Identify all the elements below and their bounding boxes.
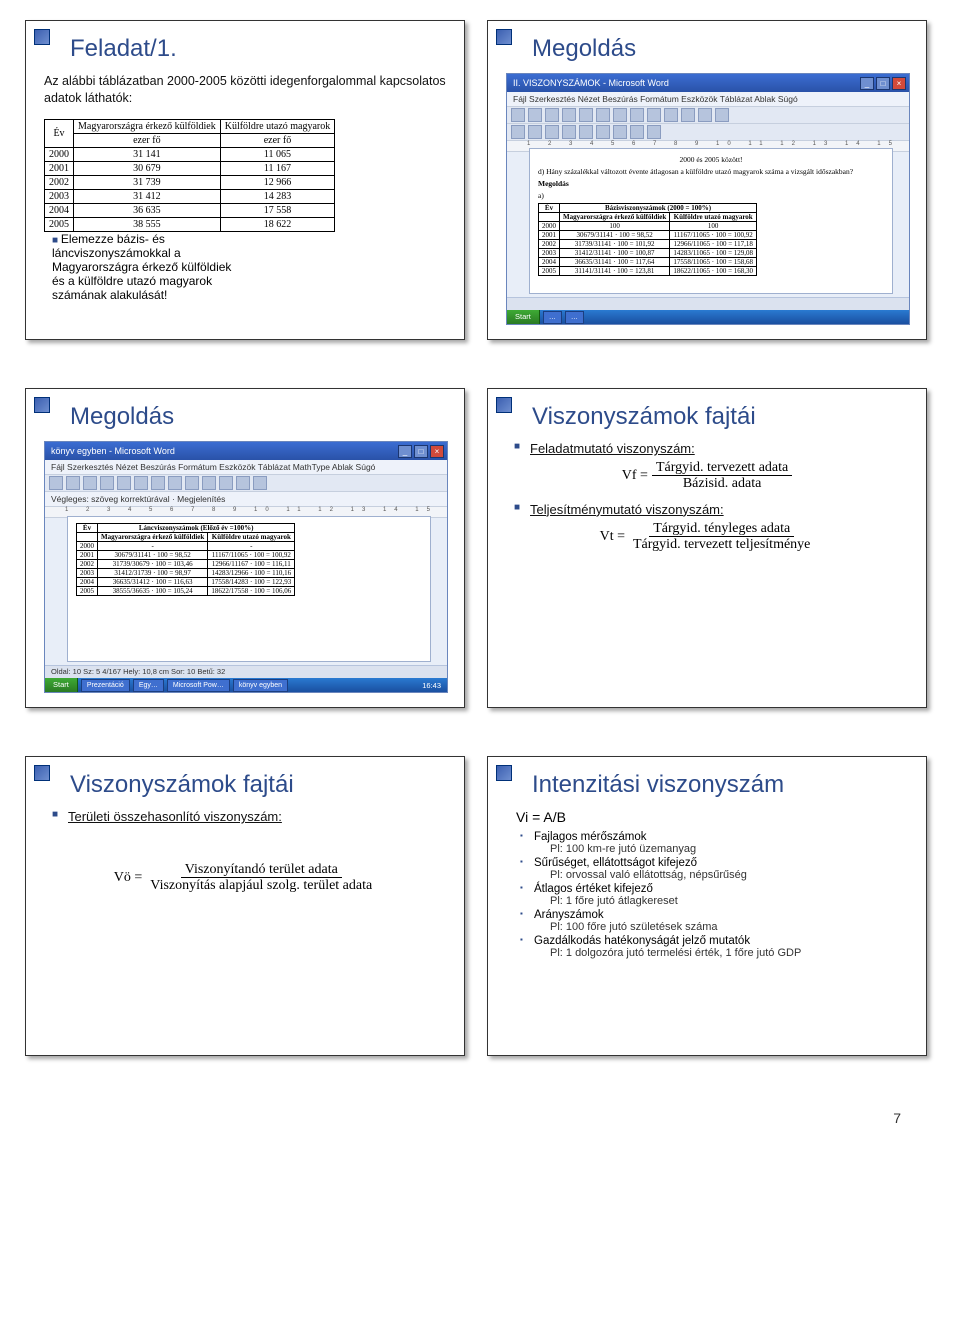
intro-text: Az alábbi táblázatban 2000-2005 közötti … [44, 73, 446, 107]
review-bar[interactable]: Végleges: szöveg korrektúrával · Megjele… [45, 492, 447, 507]
clock: 16:43 [422, 681, 447, 690]
toolbar[interactable] [507, 107, 909, 124]
taskbar[interactable]: Start … … [507, 310, 909, 324]
slide-viszonyszamok-1: Viszonyszámok fajtái Feladatmutató viszo… [487, 388, 927, 708]
bullet-teljesitmeny: Teljesítménymutató viszonyszám: [514, 502, 908, 517]
inner-table: ÉvBázisviszonyszámok (2000 = 100%) Magya… [538, 203, 757, 276]
item-aranyszamok: ArányszámokPl: 100 főre jutó születések … [520, 909, 908, 933]
corner-accent [496, 765, 512, 781]
data-table: Év Magyarországra érkező külföldiek Külf… [44, 119, 335, 232]
slide-title: Megoldás [70, 403, 446, 431]
min-icon[interactable]: _ [398, 445, 412, 458]
status-bar: Oldal: 10 Sz: 5 4/167 Hely: 10,8 cm Sor:… [45, 665, 447, 678]
window-titlebar: könyv egyben - Microsoft Word _□× [45, 442, 447, 460]
slide-title: Viszonyszámok fajtái [532, 403, 908, 431]
slide-title: Intenzitási viszonyszám [532, 771, 908, 799]
th-col1: Magyarországra érkező külföldiek [74, 119, 221, 133]
th-col2: Külföldre utazó magyarok [220, 119, 335, 133]
task-text: Elemezze bázis- és láncviszonyszámokkal … [52, 232, 232, 302]
lead-formula: Vi = A/B [516, 809, 908, 825]
window-title: II. VISZONYSZÁMOK - Microsoft Word [513, 74, 669, 92]
item-suruseg: Sűrűséget, ellátottságot kifejezőPl: orv… [520, 857, 908, 881]
window-title: könyv egyben - Microsoft Word [51, 442, 175, 460]
bullet-teruleti: Területi összehasonlító viszonyszám: [52, 809, 446, 824]
inner-table: ÉvLáncviszonyszámok (Előző év =100%) Mag… [76, 523, 295, 596]
menu-bar[interactable]: Fájl Szerkesztés Nézet Beszúrás Formátum… [507, 92, 909, 107]
document-area: 2000 és 2005 között! d) Hány százalékkal… [529, 148, 893, 294]
taskbar-item[interactable]: … [565, 311, 584, 324]
close-icon[interactable]: × [430, 445, 444, 458]
unit-1: ezer fő [74, 133, 221, 147]
toolbar-2[interactable] [507, 124, 909, 141]
taskbar-item[interactable]: Microsoft Pow… [167, 679, 230, 692]
unit-2: ezer fő [220, 133, 335, 147]
page-number: 7 [25, 1104, 935, 1126]
slide-title: Viszonyszámok fajtái [70, 771, 446, 799]
slide-megoldas-2: Megoldás könyv egyben - Microsoft Word _… [25, 388, 465, 708]
formula-vf: Vf = Tárgyid. tervezett adataBázisid. ad… [506, 460, 908, 492]
taskbar-item[interactable]: Egy… [133, 679, 164, 692]
max-icon[interactable]: □ [876, 77, 890, 90]
slide-viszonyszamok-2: Viszonyszámok fajtái Területi összehason… [25, 756, 465, 1056]
slide-title: Feladat/1. [70, 35, 446, 63]
item-gazdalkodas: Gazdálkodás hatékonyságát jelző mutatókP… [520, 935, 908, 959]
corner-accent [34, 765, 50, 781]
corner-accent [496, 29, 512, 45]
taskbar-item[interactable]: … [543, 311, 562, 324]
taskbar-item[interactable]: könyv egyben [233, 679, 288, 692]
corner-accent [34, 29, 50, 45]
start-button[interactable]: Start [507, 310, 540, 324]
taskbar[interactable]: Start Prezentáció Egy… Microsoft Pow… kö… [45, 678, 447, 692]
bullet-feladatmutato: Feladatmutató viszonyszám: [514, 441, 908, 456]
th-year: Év [45, 119, 74, 147]
item-fajlagos: Fajlagos mérőszámokPl: 100 km-re jutó üz… [520, 831, 908, 855]
question-text: d) Hány százalékkal változott évente átl… [538, 167, 884, 176]
max-icon[interactable]: □ [414, 445, 428, 458]
word-screenshot-1: II. VISZONYSZÁMOK - Microsoft Word _□× F… [506, 73, 910, 325]
window-titlebar: II. VISZONYSZÁMOK - Microsoft Word _□× [507, 74, 909, 92]
slide-title: Megoldás [532, 35, 908, 63]
toolbar[interactable] [45, 475, 447, 492]
word-screenshot-2: könyv egyben - Microsoft Word _□× Fájl S… [44, 441, 448, 693]
slide-megoldas-1: Megoldás II. VISZONYSZÁMOK - Microsoft W… [487, 20, 927, 340]
formula-vo: Vö = Viszonyítandó terület adataViszonyí… [44, 862, 446, 894]
item-atlagos: Átlagos értéket kifejezőPl: 1 főre jutó … [520, 883, 908, 907]
taskbar-item[interactable]: Prezentáció [81, 679, 130, 692]
status-bar [507, 297, 909, 310]
start-button[interactable]: Start [45, 678, 78, 692]
corner-accent [34, 397, 50, 413]
formula-vt: Vt = Tárgyid. tényleges adataTárgyid. te… [506, 521, 908, 553]
menu-bar[interactable]: Fájl Szerkesztés Nézet Beszúrás Formátum… [45, 460, 447, 475]
corner-accent [496, 397, 512, 413]
slide-intenzitasi: Intenzitási viszonyszám Vi = A/B Fajlago… [487, 756, 927, 1056]
document-area: ÉvLáncviszonyszámok (Előző év =100%) Mag… [67, 516, 431, 662]
close-icon[interactable]: × [892, 77, 906, 90]
min-icon[interactable]: _ [860, 77, 874, 90]
slide-feladat-1: Feladat/1. Az alábbi táblázatban 2000-20… [25, 20, 465, 340]
